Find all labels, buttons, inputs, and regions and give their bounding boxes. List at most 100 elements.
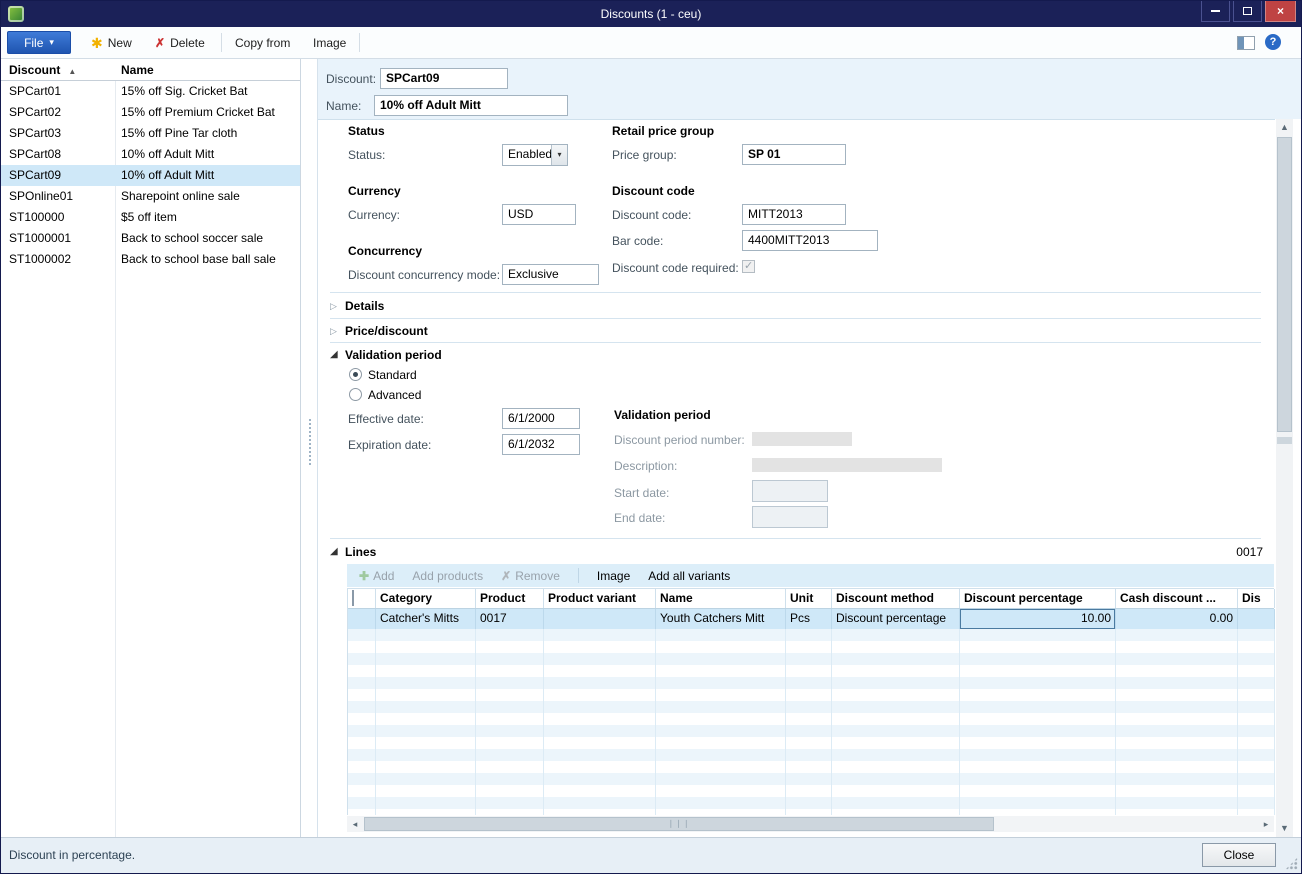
col-name[interactable]: Name — [656, 589, 786, 608]
unit-cell[interactable]: Pcs — [786, 609, 832, 629]
status-message: Discount in percentage. — [9, 848, 135, 862]
advanced-radio-label[interactable]: Advanced — [368, 388, 421, 402]
cash-discount-cell[interactable]: 0.00 — [1116, 609, 1238, 629]
chevron-right-icon[interactable]: ▷ — [330, 301, 337, 312]
scroll-up-icon[interactable]: ▲ — [1276, 119, 1293, 136]
col-category[interactable]: Category — [376, 589, 476, 608]
add-all-variants-button[interactable]: Add all variants — [648, 569, 730, 583]
bar-code-field[interactable]: 4400MITT2013 — [742, 230, 878, 251]
vertical-scrollbar[interactable]: ▲ ▼ — [1276, 119, 1293, 837]
chevron-down-icon[interactable]: ▾ — [551, 145, 567, 165]
list-item[interactable]: SPCart08 10% off Adult Mitt — [1, 144, 300, 165]
discount-cell: ST1000001 — [9, 228, 71, 249]
name-cell: Sharepoint online sale — [121, 186, 240, 207]
discount-percentage-cell[interactable]: 10.00 — [960, 609, 1116, 629]
discount-field[interactable]: SPCart09 — [380, 68, 508, 89]
discount-cell: SPCart03 — [9, 123, 61, 144]
advanced-radio[interactable] — [349, 388, 362, 401]
new-button[interactable]: ✱ New — [85, 31, 138, 54]
maximize-button[interactable] — [1233, 1, 1262, 22]
section-price-discount[interactable]: Price/discount — [345, 324, 428, 338]
scroll-right-icon[interactable]: ▸ — [1258, 816, 1274, 832]
col-product[interactable]: Product — [476, 589, 544, 608]
minimize-button[interactable] — [1201, 1, 1230, 22]
name-field[interactable]: 10% off Adult Mitt — [374, 95, 568, 116]
add-products-button: Add products — [412, 569, 483, 583]
price-group-field[interactable]: SP 01 — [742, 144, 846, 165]
status-combobox[interactable]: Enabled ▾ — [502, 144, 568, 166]
list-item-selected[interactable]: SPCart09 10% off Adult Mitt — [1, 165, 300, 186]
name-cell: 10% off Adult Mitt — [121, 144, 214, 165]
row-select-cell[interactable] — [348, 609, 376, 629]
standard-radio[interactable] — [349, 368, 362, 381]
lines-grid-row-selected[interactable]: Catcher's Mitts 0017 Youth Catchers Mitt… — [348, 609, 1274, 629]
name-cell[interactable]: Youth Catchers Mitt — [656, 609, 786, 629]
close-button[interactable]: × — [1265, 1, 1296, 22]
panel-splitter[interactable] — [302, 59, 317, 837]
chevron-right-icon[interactable]: ▷ — [330, 326, 337, 337]
price-group-label: Price group: — [612, 148, 677, 162]
window-controls: × — [1198, 1, 1296, 22]
start-date-label: Start date: — [614, 486, 669, 500]
currency-field[interactable]: USD — [502, 204, 576, 225]
list-item[interactable]: SPCart01 15% off Sig. Cricket Bat — [1, 81, 300, 102]
product-cell[interactable]: 0017 — [476, 609, 544, 629]
discount-method-cell[interactable]: Discount percentage — [832, 609, 960, 629]
section-validation-period[interactable]: Validation period — [345, 348, 442, 362]
col-product-variant[interactable]: Product variant — [544, 589, 656, 608]
layout-pane-icon — [1238, 37, 1244, 49]
discount-code-field[interactable]: MITT2013 — [742, 204, 846, 225]
resize-grip-icon[interactable] — [1285, 857, 1298, 870]
section-divider — [330, 318, 1261, 319]
list-item[interactable]: SPOnline01 Sharepoint online sale — [1, 186, 300, 207]
scroll-down-icon[interactable]: ▼ — [1276, 820, 1293, 837]
file-menu-button[interactable]: File ▾ — [7, 31, 71, 54]
image-button[interactable]: Image — [307, 31, 352, 54]
product-variant-cell[interactable] — [544, 609, 656, 629]
col-discount-percentage[interactable]: Discount percentage — [960, 589, 1116, 608]
horizontal-scrollbar[interactable]: ◂ ❘❘❘ ▸ — [347, 816, 1274, 832]
expiration-date-field[interactable]: 6/1/2032 — [502, 434, 580, 455]
col-unit[interactable]: Unit — [786, 589, 832, 608]
effective-date-field[interactable]: 6/1/2000 — [502, 408, 580, 429]
section-details[interactable]: Details — [345, 299, 384, 313]
remove-label: Remove — [515, 569, 560, 583]
help-icon[interactable]: ? — [1265, 34, 1281, 50]
list-item[interactable]: SPCart02 15% off Premium Cricket Bat — [1, 102, 300, 123]
concurrency-mode-field[interactable]: Exclusive — [502, 264, 599, 285]
list-item[interactable]: ST1000002 Back to school base ball sale — [1, 249, 300, 270]
statusbar: Discount in percentage. Close — [1, 837, 1301, 873]
bar-code-label: Bar code: — [612, 234, 663, 248]
discount-field-label: Discount: — [326, 72, 376, 86]
validation-period-group-header: Validation period — [614, 408, 711, 422]
column-header-name[interactable]: Name — [121, 63, 154, 77]
horizontal-scrollbar-thumb[interactable]: ❘❘❘ — [364, 817, 994, 831]
list-item[interactable]: ST100000 $5 off item — [1, 207, 300, 228]
col-dis[interactable]: Dis — [1238, 589, 1275, 608]
copy-from-button[interactable]: Copy from — [229, 31, 296, 54]
layout-icon[interactable] — [1237, 36, 1255, 50]
section-lines[interactable]: Lines — [345, 545, 376, 559]
list-item[interactable]: ST1000001 Back to school soccer sale — [1, 228, 300, 249]
lines-toolbar: ✚ Add Add products ✗ Remove Image — [347, 564, 1274, 587]
delete-button[interactable]: ✗ Delete — [149, 31, 211, 54]
column-header-discount-label: Discount — [9, 63, 60, 77]
column-header-discount[interactable]: Discount▲ — [9, 63, 76, 77]
concurrency-group-header: Concurrency — [348, 244, 422, 258]
start-date-field — [752, 480, 828, 502]
add-products-label: Add products — [412, 569, 483, 583]
standard-radio-label[interactable]: Standard — [368, 368, 417, 382]
line-image-button[interactable]: Image — [597, 569, 630, 583]
category-cell[interactable]: Catcher's Mitts — [376, 609, 476, 629]
vertical-scrollbar-thumb[interactable] — [1277, 137, 1292, 432]
col-discount-method[interactable]: Discount method — [832, 589, 960, 608]
close-form-button[interactable]: Close — [1202, 843, 1276, 867]
dis-cell[interactable] — [1238, 609, 1275, 629]
select-all-checkbox[interactable] — [352, 590, 354, 606]
chevron-expanded-icon[interactable]: ◢ — [330, 349, 338, 360]
col-cash-discount[interactable]: Cash discount ... — [1116, 589, 1238, 608]
scroll-left-icon[interactable]: ◂ — [347, 816, 363, 832]
discount-cell: SPOnline01 — [9, 186, 73, 207]
chevron-expanded-icon[interactable]: ◢ — [330, 546, 338, 557]
list-item[interactable]: SPCart03 15% off Pine Tar cloth — [1, 123, 300, 144]
